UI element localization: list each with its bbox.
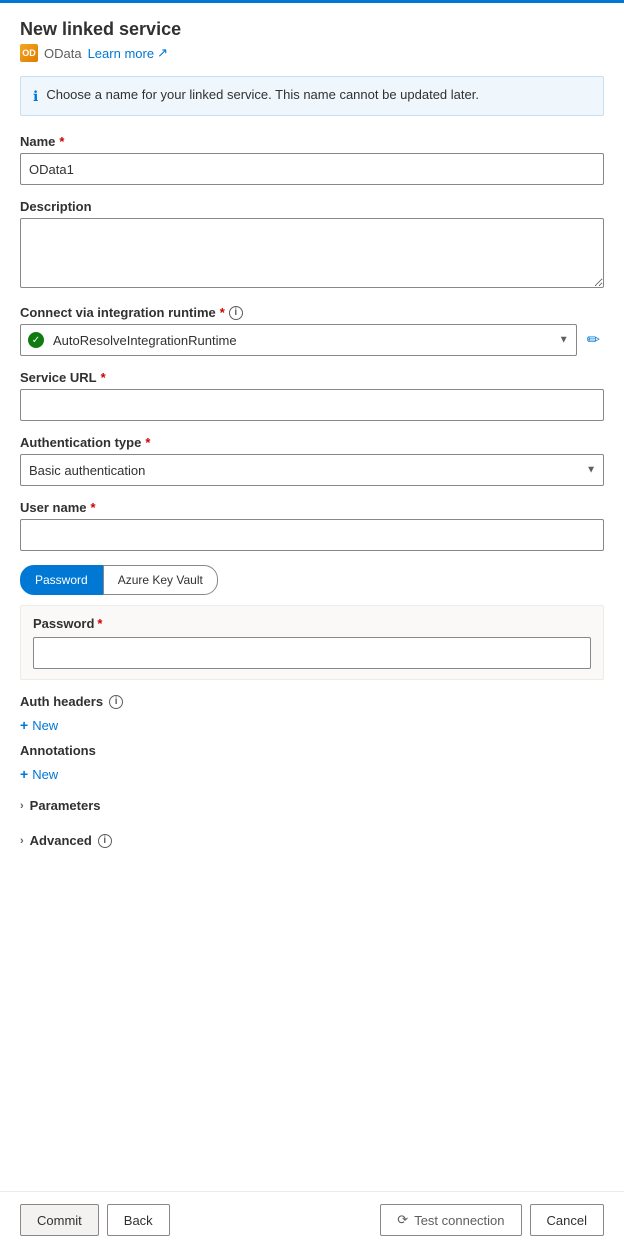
service-url-label: Service URL * (20, 370, 604, 385)
subtitle-row: OD OData Learn more ↗ (20, 44, 604, 62)
subtitle-text: OData (44, 46, 82, 61)
password-tab-group: Password Azure Key Vault (20, 565, 604, 595)
auth-headers-header: Auth headers i (20, 694, 604, 709)
back-button[interactable]: Back (107, 1204, 170, 1236)
runtime-row: AutoResolveIntegrationRuntime ▼ ✏ (20, 324, 604, 356)
auth-type-label: Authentication type * (20, 435, 604, 450)
name-group: Name * (20, 134, 604, 185)
runtime-status-icon (28, 332, 44, 348)
runtime-info-icon[interactable]: i (229, 306, 243, 320)
odata-icon: OD (20, 44, 38, 62)
password-group: Password Azure Key Vault Password * (20, 565, 604, 680)
commit-button[interactable]: Commit (20, 1204, 99, 1236)
password-tab[interactable]: Password (20, 565, 103, 595)
username-label: User name * (20, 500, 604, 515)
username-group: User name * (20, 500, 604, 551)
runtime-select-wrapper: AutoResolveIntegrationRuntime ▼ (20, 324, 577, 356)
password-field-label: Password * (33, 616, 591, 631)
annotations-header: Annotations (20, 743, 604, 758)
cancel-button[interactable]: Cancel (530, 1204, 604, 1236)
password-box: Password * (20, 605, 604, 680)
advanced-expand-button[interactable]: › Advanced i (20, 827, 112, 854)
runtime-group: Connect via integration runtime * i Auto… (20, 305, 604, 356)
name-required: * (59, 134, 64, 149)
description-label: Description (20, 199, 604, 214)
footer: Commit Back ⟳ Test connection Cancel (0, 1191, 624, 1248)
test-connection-button[interactable]: ⟳ Test connection (380, 1204, 521, 1236)
auth-type-select-wrapper: Basic authentication Anonymous Windows O… (20, 454, 604, 486)
parameters-section: › Parameters (20, 792, 604, 819)
auth-type-group: Authentication type * Basic authenticati… (20, 435, 604, 486)
service-url-required: * (101, 370, 106, 385)
description-group: Description (20, 199, 604, 291)
info-banner: ℹ Choose a name for your linked service.… (20, 76, 604, 116)
annotations-plus-icon: + (20, 766, 28, 782)
advanced-chevron-icon: › (20, 835, 24, 847)
name-input[interactable] (20, 153, 604, 185)
name-label: Name * (20, 134, 604, 149)
auth-headers-plus-icon: + (20, 717, 28, 733)
runtime-select[interactable]: AutoResolveIntegrationRuntime (20, 324, 577, 356)
parameters-chevron-icon: › (20, 800, 24, 812)
main-content: New linked service OD OData Learn more ↗… (0, 3, 624, 1191)
runtime-required: * (220, 305, 225, 320)
auth-headers-section: Auth headers i + New (20, 694, 604, 735)
annotations-section: Annotations + New (20, 743, 604, 784)
runtime-label: Connect via integration runtime * i (20, 305, 604, 320)
username-required: * (90, 500, 95, 515)
info-icon: ℹ (33, 88, 38, 105)
azure-key-vault-tab[interactable]: Azure Key Vault (103, 565, 218, 595)
password-input[interactable] (33, 637, 591, 669)
auth-headers-info-icon[interactable]: i (109, 695, 123, 709)
banner-text: Choose a name for your linked service. T… (46, 87, 479, 102)
advanced-section: › Advanced i (20, 827, 604, 854)
password-required: * (97, 616, 102, 631)
auth-type-required: * (145, 435, 150, 450)
runtime-edit-button[interactable]: ✏ (583, 326, 604, 354)
auth-headers-new-button[interactable]: + New (20, 715, 58, 735)
service-url-input[interactable] (20, 389, 604, 421)
test-connection-icon: ⟳ (397, 1212, 408, 1228)
advanced-info-icon[interactable]: i (98, 834, 112, 848)
annotations-new-button[interactable]: + New (20, 764, 58, 784)
parameters-expand-button[interactable]: › Parameters (20, 792, 101, 819)
description-textarea[interactable] (20, 218, 604, 288)
learn-more-link[interactable]: Learn more ↗ (88, 45, 168, 61)
username-input[interactable] (20, 519, 604, 551)
service-url-group: Service URL * (20, 370, 604, 421)
auth-type-select[interactable]: Basic authentication Anonymous Windows O… (20, 454, 604, 486)
page-title: New linked service (20, 19, 604, 40)
